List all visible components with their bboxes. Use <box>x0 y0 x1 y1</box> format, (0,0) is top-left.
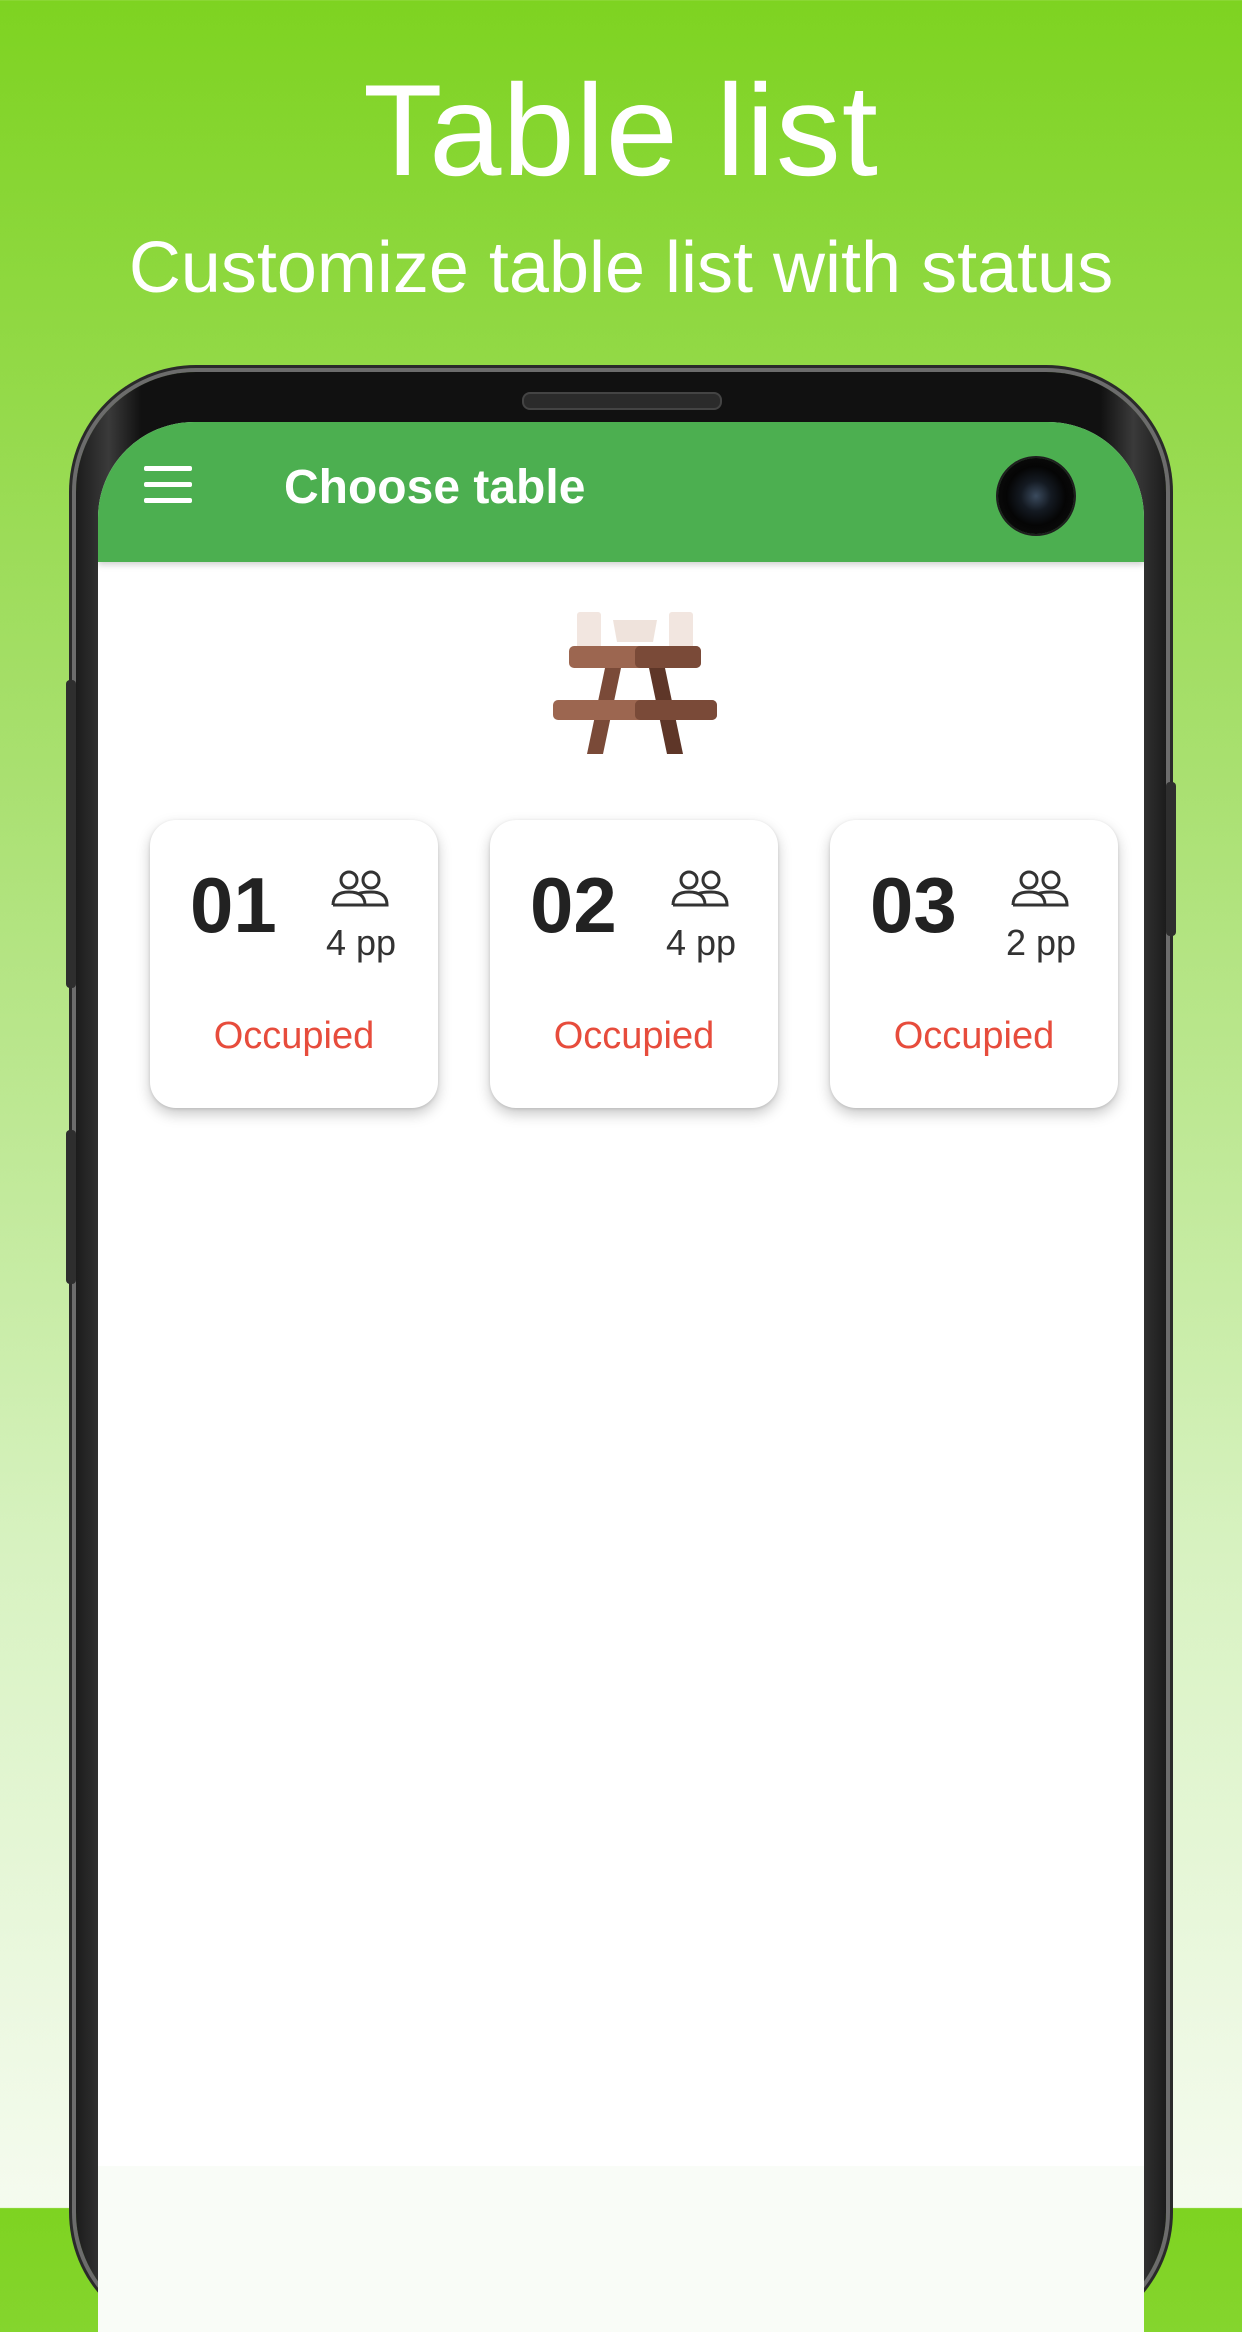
table-card-01[interactable]: 01 4 pp Occupied <box>150 820 438 1108</box>
people-icon <box>671 870 729 907</box>
table-capacity: 4 pp <box>666 922 737 963</box>
people-icon <box>1011 870 1069 907</box>
table-card-02[interactable]: 02 4 pp Occupied <box>490 820 778 1108</box>
bottom-area <box>98 2166 1144 2332</box>
phone-speaker-grille <box>522 392 722 410</box>
table-status: Occupied <box>213 1015 375 1057</box>
table-capacity: 4 pp <box>326 922 397 963</box>
app-bar: Choose table <box>98 422 1144 562</box>
phone-power-button <box>1166 782 1176 936</box>
table-card-list: 01 4 pp Occupied 02 4 pp Occupied 03 2 p… <box>150 820 1130 1110</box>
promo-title: Table list <box>363 57 879 203</box>
table-card-03[interactable]: 03 2 pp Occupied <box>830 820 1118 1108</box>
table-number: 03 <box>870 861 957 949</box>
app-bar-title: Choose table <box>284 461 586 514</box>
people-icon <box>331 870 389 907</box>
table-capacity: 2 pp <box>1006 922 1077 963</box>
table-number: 02 <box>530 861 617 949</box>
front-camera <box>998 458 1074 534</box>
picnic-table-icon <box>553 612 717 754</box>
phone-volume-up-button <box>66 680 76 988</box>
phone-volume-down-button <box>66 1130 76 1284</box>
promo-subtitle: Customize table list with status <box>128 228 1114 308</box>
table-status: Occupied <box>553 1015 715 1057</box>
hamburger-menu-icon[interactable] <box>144 466 194 504</box>
app-screen: Choose table 01 4 pp Occupied 02 4 pp Oc… <box>98 422 1144 2332</box>
phone-frame: Choose table 01 4 pp Occupied 02 4 pp Oc… <box>66 372 1176 2332</box>
table-status: Occupied <box>893 1015 1055 1057</box>
table-number: 01 <box>190 861 277 949</box>
